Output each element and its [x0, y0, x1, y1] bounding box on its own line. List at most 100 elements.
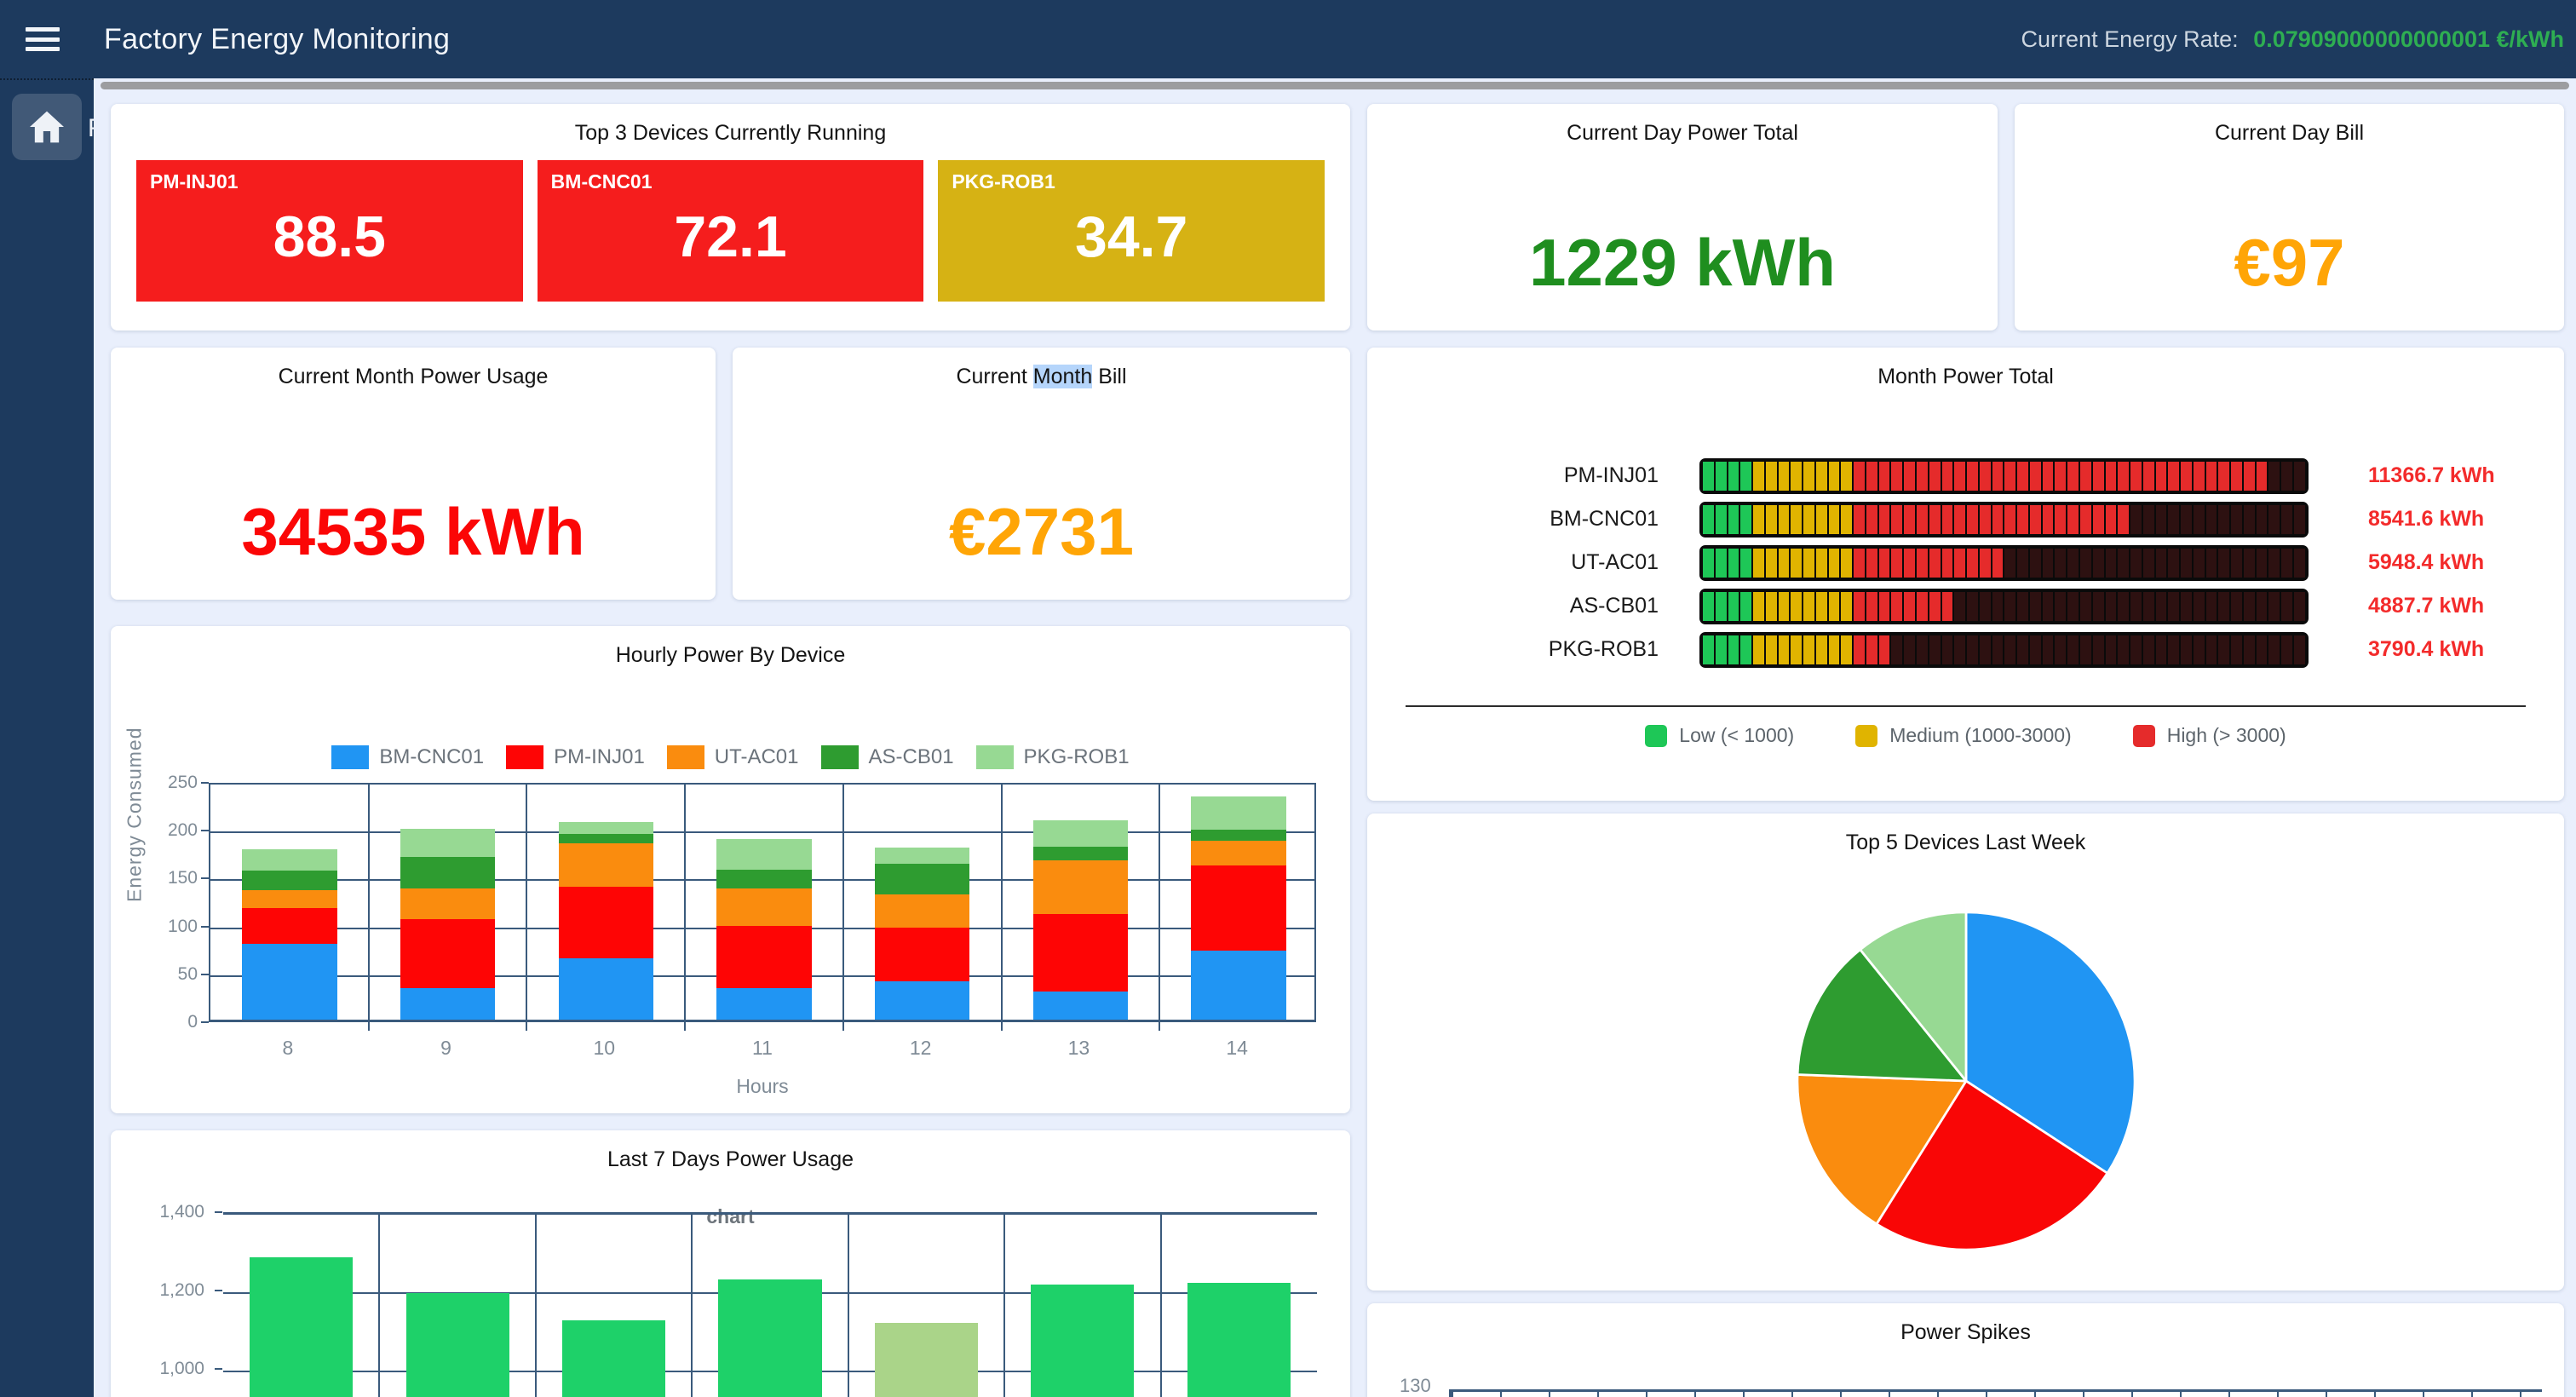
bar-segment-as-cb01	[242, 871, 336, 891]
legend-label: PM-INJ01	[554, 745, 645, 769]
led-segment	[2268, 549, 2280, 578]
led-segment	[1917, 505, 1928, 534]
led-segment	[2030, 505, 2041, 534]
bar-segment-as-cb01	[400, 857, 495, 888]
legend-label: High (> 3000)	[2167, 724, 2286, 747]
legend-swatch	[2133, 725, 2155, 747]
legend-item: PKG-ROB1	[976, 745, 1130, 769]
home-icon	[30, 111, 64, 143]
led-segment	[2093, 549, 2104, 578]
led-segment	[1829, 635, 1840, 664]
top3-device-boxes: PM-INJ01 88.5 BM-CNC01 72.1 PKG-ROB1 34.…	[136, 160, 1325, 302]
led-segment	[1740, 462, 1751, 491]
bar-segment-bm-cnc01	[400, 988, 495, 1020]
led-segment	[1891, 549, 1902, 578]
kwh-value: 5948.4 kWh	[2309, 550, 2484, 575]
led-segment	[2181, 462, 2192, 491]
led-segment	[2017, 549, 2028, 578]
x-tick-label: 13	[1000, 1037, 1159, 1060]
led-segment	[2017, 462, 2028, 491]
led-segment	[1866, 462, 1877, 491]
led-segment	[2043, 462, 2054, 491]
led-segment	[1929, 505, 1941, 534]
led-segment	[1954, 592, 1965, 621]
led-segment	[2168, 462, 2179, 491]
device-label: PKG-ROB1	[1367, 637, 1699, 662]
led-segment	[1904, 592, 1915, 621]
led-segment	[2218, 549, 2229, 578]
led-segment	[2244, 462, 2255, 491]
led-segment	[2055, 505, 2066, 534]
led-segment	[2106, 592, 2117, 621]
led-segment	[1740, 505, 1751, 534]
threshold-legend: Low (< 1000)Medium (1000-3000)High (> 30…	[1367, 724, 2564, 747]
led-segment	[2206, 462, 2217, 491]
led-segment	[1728, 462, 1739, 491]
bar-segment-as-cb01	[559, 834, 653, 843]
led-segment	[2030, 592, 2041, 621]
led-segment	[2294, 549, 2305, 578]
led-segment	[1854, 505, 1865, 534]
led-segment	[1904, 462, 1915, 491]
stacked-bar	[1191, 796, 1285, 1020]
led-segment	[2004, 505, 2015, 534]
legend-item: UT-AC01	[667, 745, 799, 769]
card-month-power-total: Month Power Total PM-INJ0111366.7 kWhBM-…	[1367, 348, 2564, 801]
led-segment	[1779, 462, 1790, 491]
led-segment	[2106, 549, 2117, 578]
led-segment	[1992, 635, 2004, 664]
rate-value: 0.07909000000000001 €/kWh	[2253, 26, 2564, 52]
bar-segment-bm-cnc01	[242, 944, 336, 1020]
gridline	[684, 785, 686, 1031]
gridline	[210, 831, 1314, 833]
led-segment	[1779, 592, 1790, 621]
device-tile-pm-inj01: PM-INJ01 88.5	[136, 160, 523, 302]
led-segment	[1779, 505, 1790, 534]
gauge-row: AS-CB014887.7 kWh	[1367, 584, 2564, 628]
app-title: Factory Energy Monitoring	[104, 23, 450, 56]
gridline	[842, 785, 844, 1031]
card-title: Current Month Bill	[733, 348, 1350, 389]
kwh-value: 8541.6 kWh	[2309, 507, 2484, 532]
legend-label: UT-AC01	[715, 745, 799, 769]
led-segment	[2067, 549, 2079, 578]
card-current-month-bill: Current Month Bill €2731	[733, 348, 1350, 600]
device-label: AS-CB01	[1367, 594, 1699, 618]
led-segment	[1803, 592, 1814, 621]
stacked-bar-plot-area	[209, 783, 1316, 1022]
led-segment	[1703, 505, 1714, 534]
gridline	[1003, 1215, 1005, 1397]
gauge-row: UT-AC015948.4 kWh	[1367, 541, 2564, 584]
led-segment	[2257, 635, 2268, 664]
led-segment	[1879, 505, 1890, 534]
sidebar-home-button[interactable]	[12, 94, 82, 160]
horizontal-scrollbar-thumb[interactable]	[101, 82, 2569, 89]
led-segment	[2080, 462, 2091, 491]
led-segment	[1740, 592, 1751, 621]
led-segment	[1779, 549, 1790, 578]
led-segment	[1703, 462, 1714, 491]
y-tick-mark	[201, 926, 209, 928]
led-segment	[1740, 549, 1751, 578]
led-segment	[2017, 592, 2028, 621]
led-segment	[2168, 635, 2179, 664]
legend-label: Medium (1000-3000)	[1889, 724, 2072, 747]
led-segment	[2043, 549, 2054, 578]
device-label: PM-INJ01	[1367, 463, 1699, 488]
bar-segment-pkg-rob1	[400, 829, 495, 857]
led-segment	[2143, 635, 2154, 664]
x-tick-label: 12	[842, 1037, 1000, 1060]
bar-segment-bm-cnc01	[716, 988, 811, 1020]
gauge-row: PKG-ROB13790.4 kWh	[1367, 628, 2564, 671]
day-bar	[1031, 1285, 1134, 1397]
gridline	[691, 1215, 693, 1397]
hamburger-menu-icon[interactable]	[26, 27, 60, 51]
led-segment	[1954, 635, 1965, 664]
led-segment	[1766, 635, 1777, 664]
led-segment	[2130, 505, 2142, 534]
led-segment	[2055, 549, 2066, 578]
led-segment	[1854, 549, 1865, 578]
led-segment	[2218, 462, 2229, 491]
x-tick-label: 9	[367, 1037, 526, 1060]
led-segment	[2130, 462, 2142, 491]
